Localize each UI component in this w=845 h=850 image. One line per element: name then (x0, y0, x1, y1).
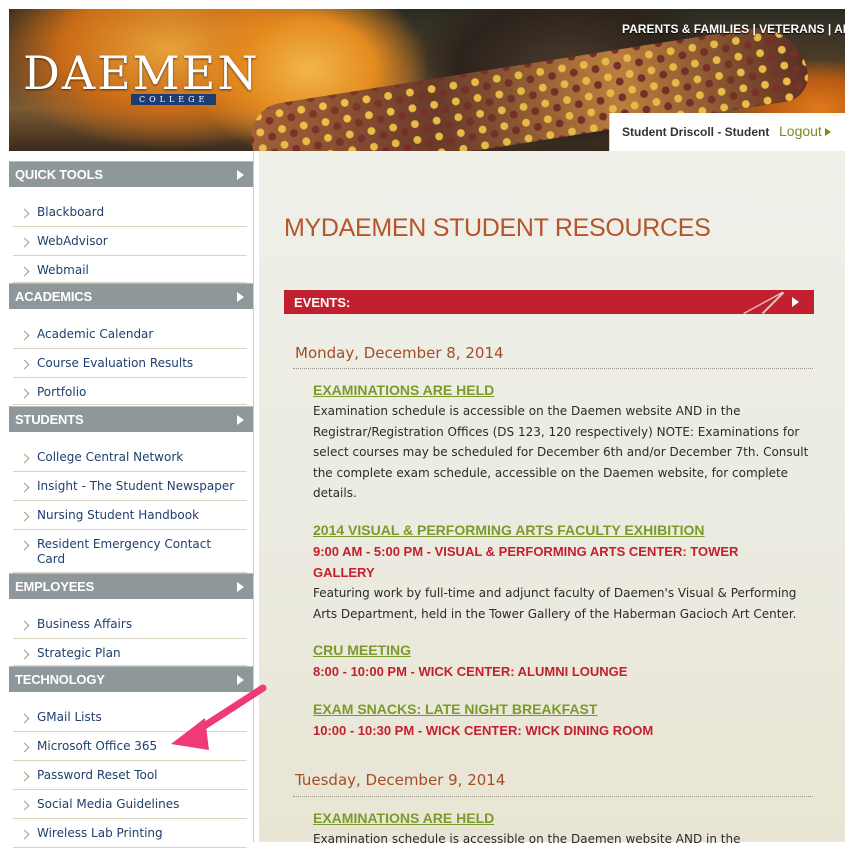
section-quick-tools[interactable]: QUICK TOOLS (9, 161, 253, 187)
sidebar-item-label: College Central Network (37, 450, 184, 464)
sidebar-item-label: Blackboard (37, 205, 105, 219)
event-title-link[interactable]: EXAM SNACKS: LATE NIGHT BREAKFAST (313, 701, 597, 717)
section-title: EMPLOYEES (15, 579, 95, 594)
sidebar-item-webmail[interactable]: Webmail (13, 260, 247, 283)
annotation-arrow-icon (171, 684, 267, 750)
sidebar-item-social-media-guidelines[interactable]: Social Media Guidelines (13, 794, 247, 819)
chevron-right-icon (19, 540, 30, 551)
page-title: MYDAEMEN STUDENT RESOURCES (284, 214, 711, 242)
event-title-link[interactable]: CRU MEETING (313, 642, 411, 658)
sidebar-item-course-evaluation[interactable]: Course Evaluation Results (13, 353, 247, 378)
expand-arrow-icon[interactable] (237, 170, 244, 180)
sidebar-item-strategic-plan[interactable]: Strategic Plan (13, 643, 247, 666)
sidebar-item-label: Wireless Lab Printing (37, 826, 163, 840)
section-academics[interactable]: ACADEMICS (9, 283, 253, 309)
chevron-right-icon (19, 482, 30, 493)
sidebar-item-label: Business Affairs (37, 617, 133, 631)
sidebar-item-college-central-network[interactable]: College Central Network (13, 447, 247, 472)
sidebar-item-business-affairs[interactable]: Business Affairs (13, 614, 247, 639)
chevron-right-icon (19, 266, 30, 277)
section-title: QUICK TOOLS (15, 167, 103, 182)
section-employees[interactable]: EMPLOYEES (9, 573, 253, 599)
sidebar-item-webadvisor[interactable]: WebAdvisor (13, 231, 247, 256)
event-description: Examination schedule is accessible on th… (313, 404, 809, 500)
top-links[interactable]: PARENTS & FAMILIES | VETERANS | ALU (622, 22, 845, 36)
chevron-right-icon (19, 511, 30, 522)
sidebar-item-portfolio[interactable]: Portfolio (13, 382, 247, 405)
sidebar-item-insight-newspaper[interactable]: Insight - The Student Newspaper (13, 476, 247, 501)
sidebar-item-label: Social Media Guidelines (37, 797, 180, 811)
section-title: TECHNOLOGY (15, 672, 105, 687)
section-title: ACADEMICS (15, 289, 92, 304)
user-name: Student Driscoll - Student (622, 125, 770, 139)
chevron-right-icon (19, 237, 30, 248)
sidebar-item-label: Password Reset Tool (37, 768, 158, 782)
college-logo[interactable]: DAEMEN COLLEGE (23, 45, 263, 115)
chevron-right-icon (19, 829, 30, 840)
expand-arrow-icon[interactable] (237, 582, 244, 592)
sidebar-item-label: Course Evaluation Results (37, 356, 194, 370)
chevron-right-icon (19, 388, 30, 399)
chevron-right-icon (19, 208, 30, 219)
events-label: EVENTS: (294, 295, 351, 310)
section-title: STUDENTS (15, 412, 84, 427)
event-description: Featuring work by full-time and adjunct … (313, 586, 797, 621)
event-title-link[interactable]: EXAMINATIONS ARE HELD (313, 810, 494, 826)
sidebar-item-label: WebAdvisor (37, 234, 108, 248)
user-bar: Student Driscoll - Student Logout (609, 113, 845, 151)
event-date: Tuesday, December 9, 2014 (295, 771, 506, 789)
chevron-right-icon (19, 742, 30, 753)
sidebar-item-label: Insight - The Student Newspaper (37, 479, 235, 493)
sidebar-item-emergency-contact-card[interactable]: Resident Emergency Contact Card (13, 534, 247, 573)
date-divider (293, 796, 813, 797)
sidebar-item-wireless-lab-printing[interactable]: Wireless Lab Printing (13, 823, 247, 848)
event-time-location: 9:00 AM - 5:00 PM - VISUAL & PERFORMING … (313, 544, 739, 580)
logout-link[interactable]: Logout (779, 123, 822, 139)
sidebar-item-academic-calendar[interactable]: Academic Calendar (13, 324, 247, 349)
chevron-right-icon (19, 649, 30, 660)
expand-arrow-icon[interactable] (237, 415, 244, 425)
event-time-location: 8:00 - 10:00 PM - WICK CENTER: ALUMNI LO… (313, 664, 628, 679)
sidebar-item-password-reset[interactable]: Password Reset Tool (13, 765, 247, 790)
sidebar-item-label: Nursing Student Handbook (37, 508, 200, 522)
event-title-link[interactable]: 2014 VISUAL & PERFORMING ARTS FACULTY EX… (313, 522, 705, 538)
events-arrow-icon[interactable] (792, 297, 799, 307)
sidebar-item-label: Strategic Plan (37, 646, 121, 660)
sidebar-item-label: Academic Calendar (37, 327, 154, 341)
event-description: Examination schedule is accessible on th… (313, 832, 741, 846)
logout-arrow-icon[interactable] (825, 128, 831, 136)
main-content: MYDAEMEN STUDENT RESOURCES EVENTS: Monda… (259, 151, 845, 846)
chevron-right-icon (19, 620, 30, 631)
sidebar-item-nursing-handbook[interactable]: Nursing Student Handbook (13, 505, 247, 530)
section-students[interactable]: STUDENTS (9, 406, 253, 432)
chevron-right-icon (19, 800, 30, 811)
sidebar-item-label: Webmail (37, 263, 89, 277)
expand-arrow-icon[interactable] (237, 292, 244, 302)
chevron-right-icon (19, 359, 30, 370)
chevron-right-icon (19, 453, 30, 464)
event-title-link[interactable]: EXAMINATIONS ARE HELD (313, 382, 494, 398)
sidebar-item-blackboard[interactable]: Blackboard (13, 202, 247, 227)
chevron-right-icon (19, 713, 30, 724)
logo-subtitle: COLLEGE (131, 94, 217, 105)
events-bar[interactable]: EVENTS: (284, 290, 814, 315)
logo-wordmark: DAEMEN (23, 46, 260, 100)
date-divider (293, 368, 813, 369)
event-date: Monday, December 8, 2014 (295, 344, 504, 362)
event-time-location: 10:00 - 10:30 PM - WICK CENTER: WICK DIN… (313, 723, 654, 738)
sidebar-item-label: Resident Emergency Contact Card (37, 537, 212, 566)
chevron-right-icon (19, 771, 30, 782)
sidebar-item-label: Portfolio (37, 385, 87, 399)
chevron-right-icon (19, 330, 30, 341)
decor-slash-icon (761, 291, 785, 315)
